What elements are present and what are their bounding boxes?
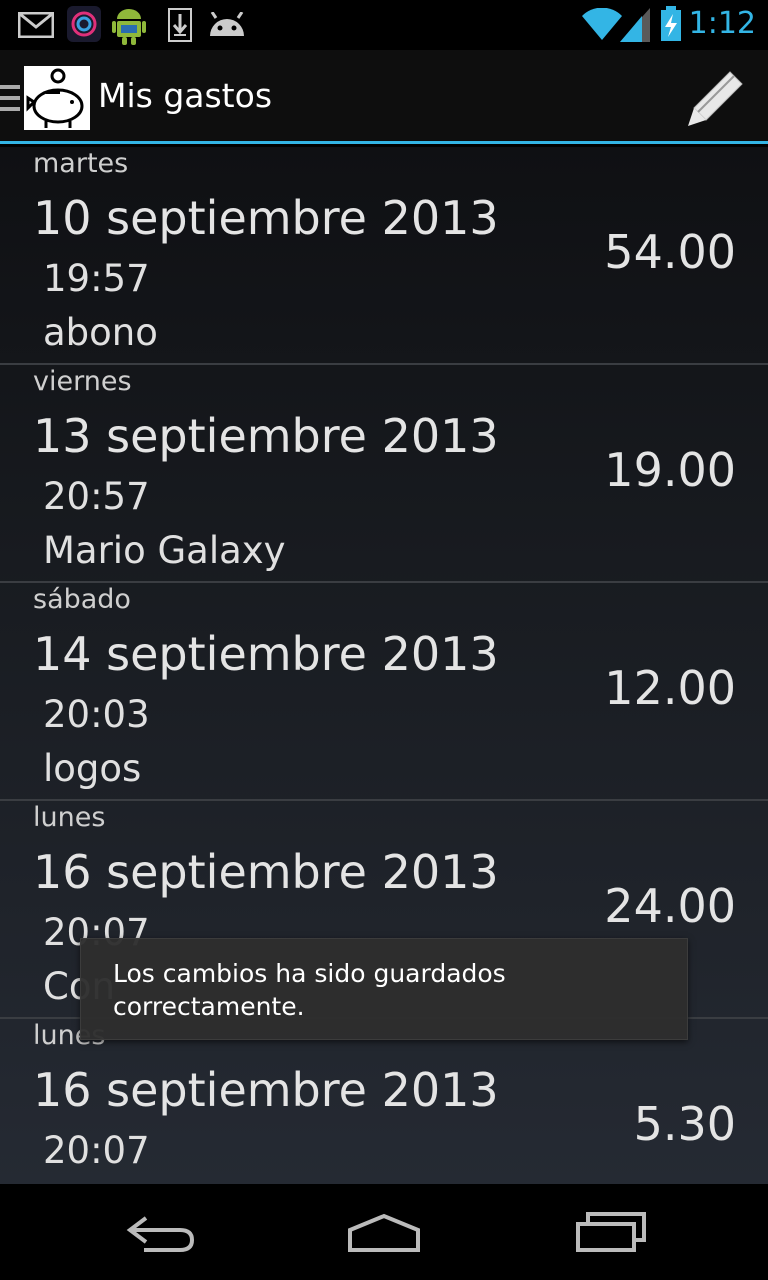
download-icon (168, 8, 192, 42)
signal-icon (620, 8, 650, 42)
app-title: Mis gastos (98, 76, 273, 115)
expense-day: sábado (33, 584, 131, 615)
back-icon[interactable] (124, 1210, 196, 1254)
navigation-bar (0, 1184, 768, 1280)
up-icon[interactable] (0, 85, 20, 115)
toast-line-1: Los cambios ha sido guardados (113, 959, 506, 988)
expense-row[interactable]: martes 10 septiembre 2013 19:57 abono 54… (0, 147, 768, 365)
status-bar: 1:12 (0, 0, 768, 50)
clock: 1:12 (688, 6, 756, 41)
expense-row[interactable]: viernes 13 septiembre 2013 20:57 Mario G… (0, 365, 768, 583)
wifi-icon (582, 8, 622, 40)
expense-date: 13 septiembre 2013 (33, 409, 499, 463)
expense-amount: 24.00 (604, 879, 736, 933)
pencil-edit-icon (688, 71, 743, 126)
expense-date: 14 septiembre 2013 (33, 627, 499, 681)
expense-date: 16 septiembre 2013 (33, 845, 499, 899)
toast-line-2: correctamente. (113, 992, 305, 1021)
expense-amount: 12.00 (604, 661, 736, 715)
expense-day: martes (33, 148, 129, 179)
expense-description: Mario Galaxy (43, 529, 286, 572)
expense-day: viernes (33, 366, 132, 397)
expense-day: lunes (33, 802, 106, 833)
piggy-bank-app-icon[interactable] (24, 66, 90, 130)
android-face-icon (210, 12, 244, 36)
expense-description: abono (43, 311, 158, 354)
expense-time: 20:07 (43, 1129, 150, 1172)
expense-date: 10 septiembre 2013 (33, 191, 499, 245)
android-icon (112, 9, 146, 45)
edit-button[interactable] (684, 66, 748, 130)
gmail-icon (18, 12, 54, 38)
recent-apps-icon[interactable] (574, 1210, 648, 1254)
battery-charging-icon (661, 6, 681, 41)
expense-amount: 19.00 (604, 443, 736, 497)
app-icon (67, 6, 101, 42)
toast-message: Los cambios ha sido guardados correctame… (80, 938, 688, 1040)
expense-row[interactable]: sábado 14 septiembre 2013 20:03 logos 12… (0, 583, 768, 801)
expense-description: logos (43, 747, 142, 790)
expense-row[interactable]: lunes 16 septiembre 2013 20:07 5.30 (0, 1019, 768, 1184)
expense-amount: 5.30 (633, 1097, 736, 1151)
expense-time: 20:03 (43, 693, 150, 736)
expense-time: 20:57 (43, 475, 150, 518)
home-icon[interactable] (346, 1210, 422, 1254)
expense-date: 16 septiembre 2013 (33, 1063, 499, 1117)
expense-amount: 54.00 (604, 225, 736, 279)
action-bar: Mis gastos (0, 50, 768, 144)
expense-time: 19:57 (43, 257, 150, 300)
